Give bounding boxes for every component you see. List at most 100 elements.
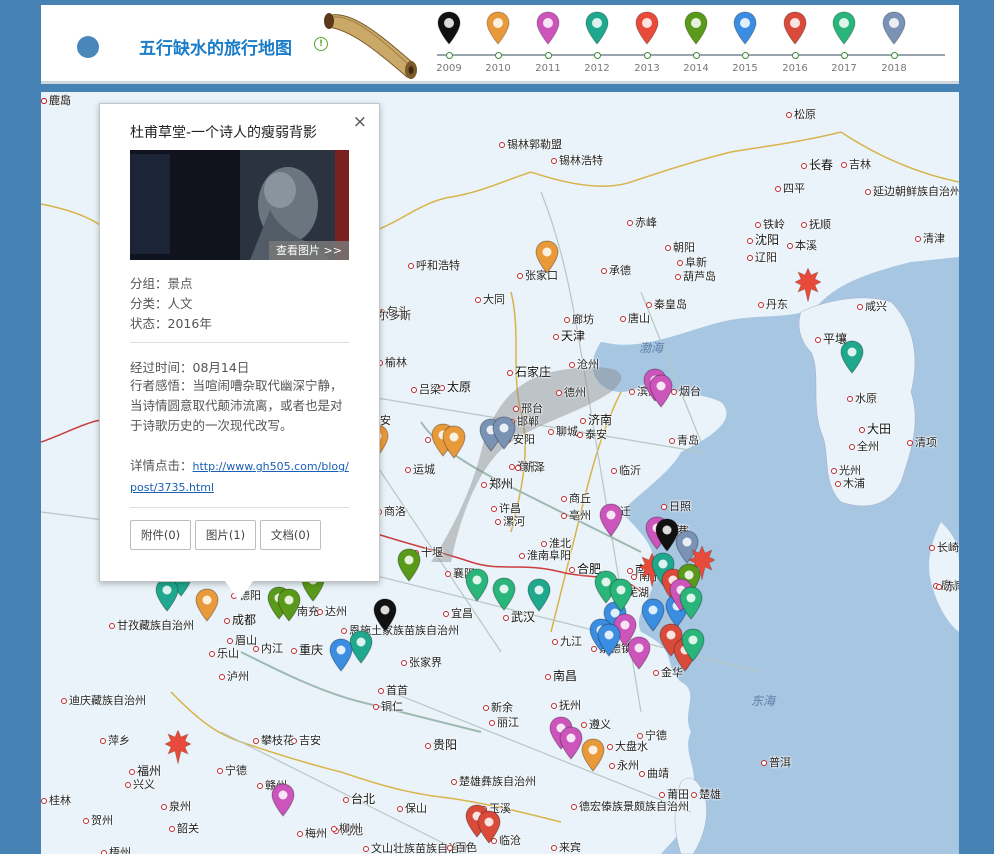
timeline-dot (742, 52, 749, 59)
star-marker-icon[interactable] (794, 266, 822, 306)
map-pin-icon[interactable] (492, 416, 516, 454)
city-label: 咸兴 (857, 298, 887, 314)
site-title[interactable]: 五行缺水的旅行地图 (139, 34, 292, 59)
timeline-year-2017[interactable]: 2017 (824, 9, 866, 77)
timeline-dot (891, 52, 898, 59)
city-label: 新余 (483, 699, 513, 715)
city-label: 赤尾屿 (936, 578, 959, 594)
city-label: 天津 (553, 327, 585, 344)
map-pin-icon[interactable] (277, 588, 301, 626)
city-label: 全州 (849, 438, 879, 454)
map-pin-icon[interactable] (609, 578, 633, 616)
city-label: 丽江 (489, 714, 519, 730)
map-pin-icon[interactable] (527, 578, 551, 616)
city-label: 成都 (224, 611, 256, 628)
map-pin-icon[interactable] (581, 738, 605, 776)
city-label: 葫芦岛 (675, 268, 716, 284)
map-pin-icon[interactable] (627, 636, 651, 674)
city-label: 廊坊 (564, 311, 594, 327)
time-row: 经过时间：08月14日 (130, 360, 250, 375)
map-pin-icon[interactable] (597, 623, 621, 661)
city-label: 遵义 (581, 716, 611, 732)
map-pin-icon[interactable] (195, 588, 219, 626)
map-pin-icon[interactable] (535, 240, 559, 278)
city-label: 来宾 (551, 839, 581, 854)
city-label: 楚雄 (691, 786, 721, 802)
city-label: 日照 (661, 498, 691, 514)
popup-photo[interactable]: 查看图片 >> (130, 150, 349, 260)
map-pin-icon (585, 11, 609, 45)
city-label: 韶关 (169, 820, 199, 836)
city-label: 赤峰 (627, 214, 657, 230)
city-label: 德宏傣族景颇族自治州 (571, 798, 689, 814)
map-pin-icon[interactable] (599, 503, 623, 541)
close-icon[interactable]: × (353, 112, 367, 132)
city-label: 铁岭 (755, 216, 785, 232)
city-label: 九江 (552, 633, 582, 649)
city-label: 辽阳 (747, 249, 777, 265)
city-label: 曲靖 (639, 765, 669, 781)
category-row: 分类：人文 (130, 296, 193, 311)
timeline-year-label: 2013 (634, 63, 660, 74)
timeline-year-2015[interactable]: 2015 (725, 9, 767, 77)
city-label: 抚顺 (801, 216, 831, 232)
attachments-button[interactable]: 附件(0) (130, 520, 191, 550)
map-pin-icon[interactable] (840, 340, 864, 378)
city-label: 秦皇岛 (646, 296, 687, 312)
map-pin-icon[interactable] (465, 568, 489, 606)
city-label: 迪庆藏族自治州 (61, 692, 146, 708)
city-label: 铜仁 (373, 698, 403, 714)
map-pin-icon[interactable] (679, 586, 703, 624)
city-label: 吉安 (291, 732, 321, 748)
timeline-year-label: 2012 (584, 63, 610, 74)
city-label: 石家庄 (507, 363, 551, 380)
feeling-text: 行者感悟：当喧闹嘈杂取代幽深宁静，当诗情圆意取代颠沛流离，或者也是对于诗歌历史的… (130, 378, 343, 433)
timeline-year-2016[interactable]: 2016 (775, 9, 817, 77)
city-label: 木浦 (835, 475, 865, 491)
city-label: 淮南 (519, 547, 549, 563)
city-label: 榆林 (377, 354, 407, 370)
map-pin-icon (437, 11, 461, 45)
map-pin-icon (783, 11, 807, 45)
timeline-year-2009[interactable]: 2009 (429, 9, 471, 77)
divider (130, 342, 349, 343)
timeline-year-label: 2014 (683, 63, 709, 74)
timeline-year-2012[interactable]: 2012 (577, 9, 619, 77)
map-pin-icon (635, 11, 659, 45)
header-bar: 五行缺水的旅行地图 ! 2009 2010 2011 2012 2013 2014 2015… (41, 5, 959, 84)
timeline-year-2011[interactable]: 2011 (528, 9, 570, 77)
timeline-year-2013[interactable]: 2013 (627, 9, 669, 77)
map-pin-icon[interactable] (397, 548, 421, 586)
city-label: 锡林郭勒盟 (499, 136, 562, 152)
map-pin-icon[interactable] (681, 628, 705, 666)
city-label: 清项 (907, 434, 937, 450)
city-label: 泉州 (161, 798, 191, 814)
city-label: 新泽 (515, 459, 545, 475)
city-label: 大田 (859, 420, 891, 437)
timeline-year-2010[interactable]: 2010 (478, 9, 520, 77)
city-label: 亳州 (561, 507, 591, 523)
view-photos-link[interactable]: 查看图片 >> (269, 241, 349, 260)
map-pin-icon[interactable] (492, 577, 516, 615)
city-label: 郑州 (481, 475, 513, 492)
timeline-year-2014[interactable]: 2014 (676, 9, 718, 77)
map-pin-icon (832, 11, 856, 45)
city-label: 临沂 (611, 462, 641, 478)
map-pin-icon[interactable] (271, 783, 295, 821)
map-pin-icon[interactable] (559, 726, 583, 764)
map-pin-icon[interactable] (477, 810, 501, 848)
map-pin-icon[interactable] (649, 374, 673, 412)
map-pin-icon[interactable] (442, 425, 466, 463)
photos-button[interactable]: 图片(1) (195, 520, 256, 550)
map-pin-icon[interactable] (155, 578, 179, 616)
documents-button[interactable]: 文档(0) (260, 520, 321, 550)
city-label: 聊城 (548, 423, 578, 439)
timeline-dot (446, 52, 453, 59)
star-marker-icon[interactable] (164, 728, 192, 768)
map-pin-icon[interactable] (373, 598, 397, 636)
group-row: 分组：景点 (130, 276, 193, 291)
map-pin-icon[interactable] (329, 638, 353, 676)
city-label: 宁德 (217, 762, 247, 778)
timeline-year-2018[interactable]: 2018 (874, 9, 916, 77)
city-label: 桂林 (41, 792, 71, 808)
